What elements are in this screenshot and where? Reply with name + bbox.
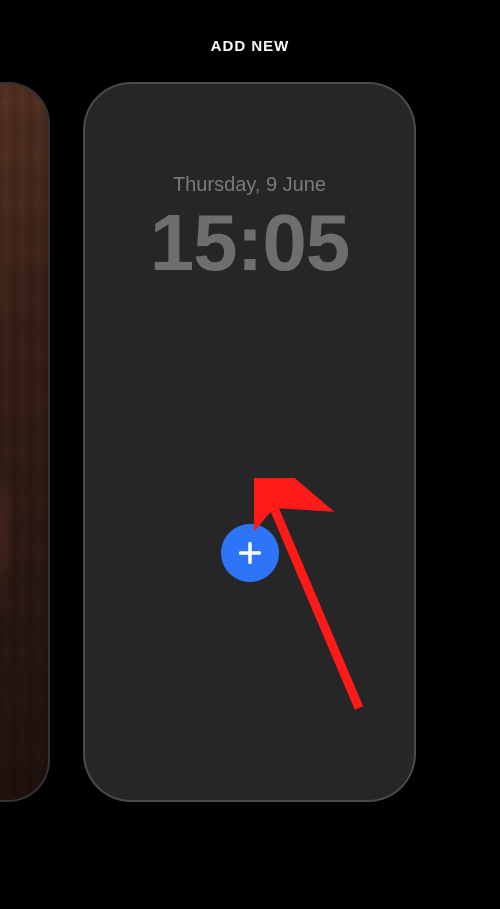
- lockscreen-content: Thursday, 9 June 15:05: [85, 84, 414, 283]
- plus-icon: [236, 539, 264, 567]
- wallpaper-thumbnail: [0, 84, 48, 800]
- wallpaper-preview-new[interactable]: Thursday, 9 June 15:05: [83, 82, 416, 802]
- lockscreen-time: 15:05: [85, 203, 414, 283]
- header-title: ADD NEW: [211, 38, 290, 55]
- lockscreen-date: Thursday, 9 June: [85, 174, 414, 197]
- add-wallpaper-button[interactable]: [221, 524, 279, 582]
- header: ADD NEW: [0, 38, 500, 56]
- wallpaper-preview-previous[interactable]: [0, 82, 50, 802]
